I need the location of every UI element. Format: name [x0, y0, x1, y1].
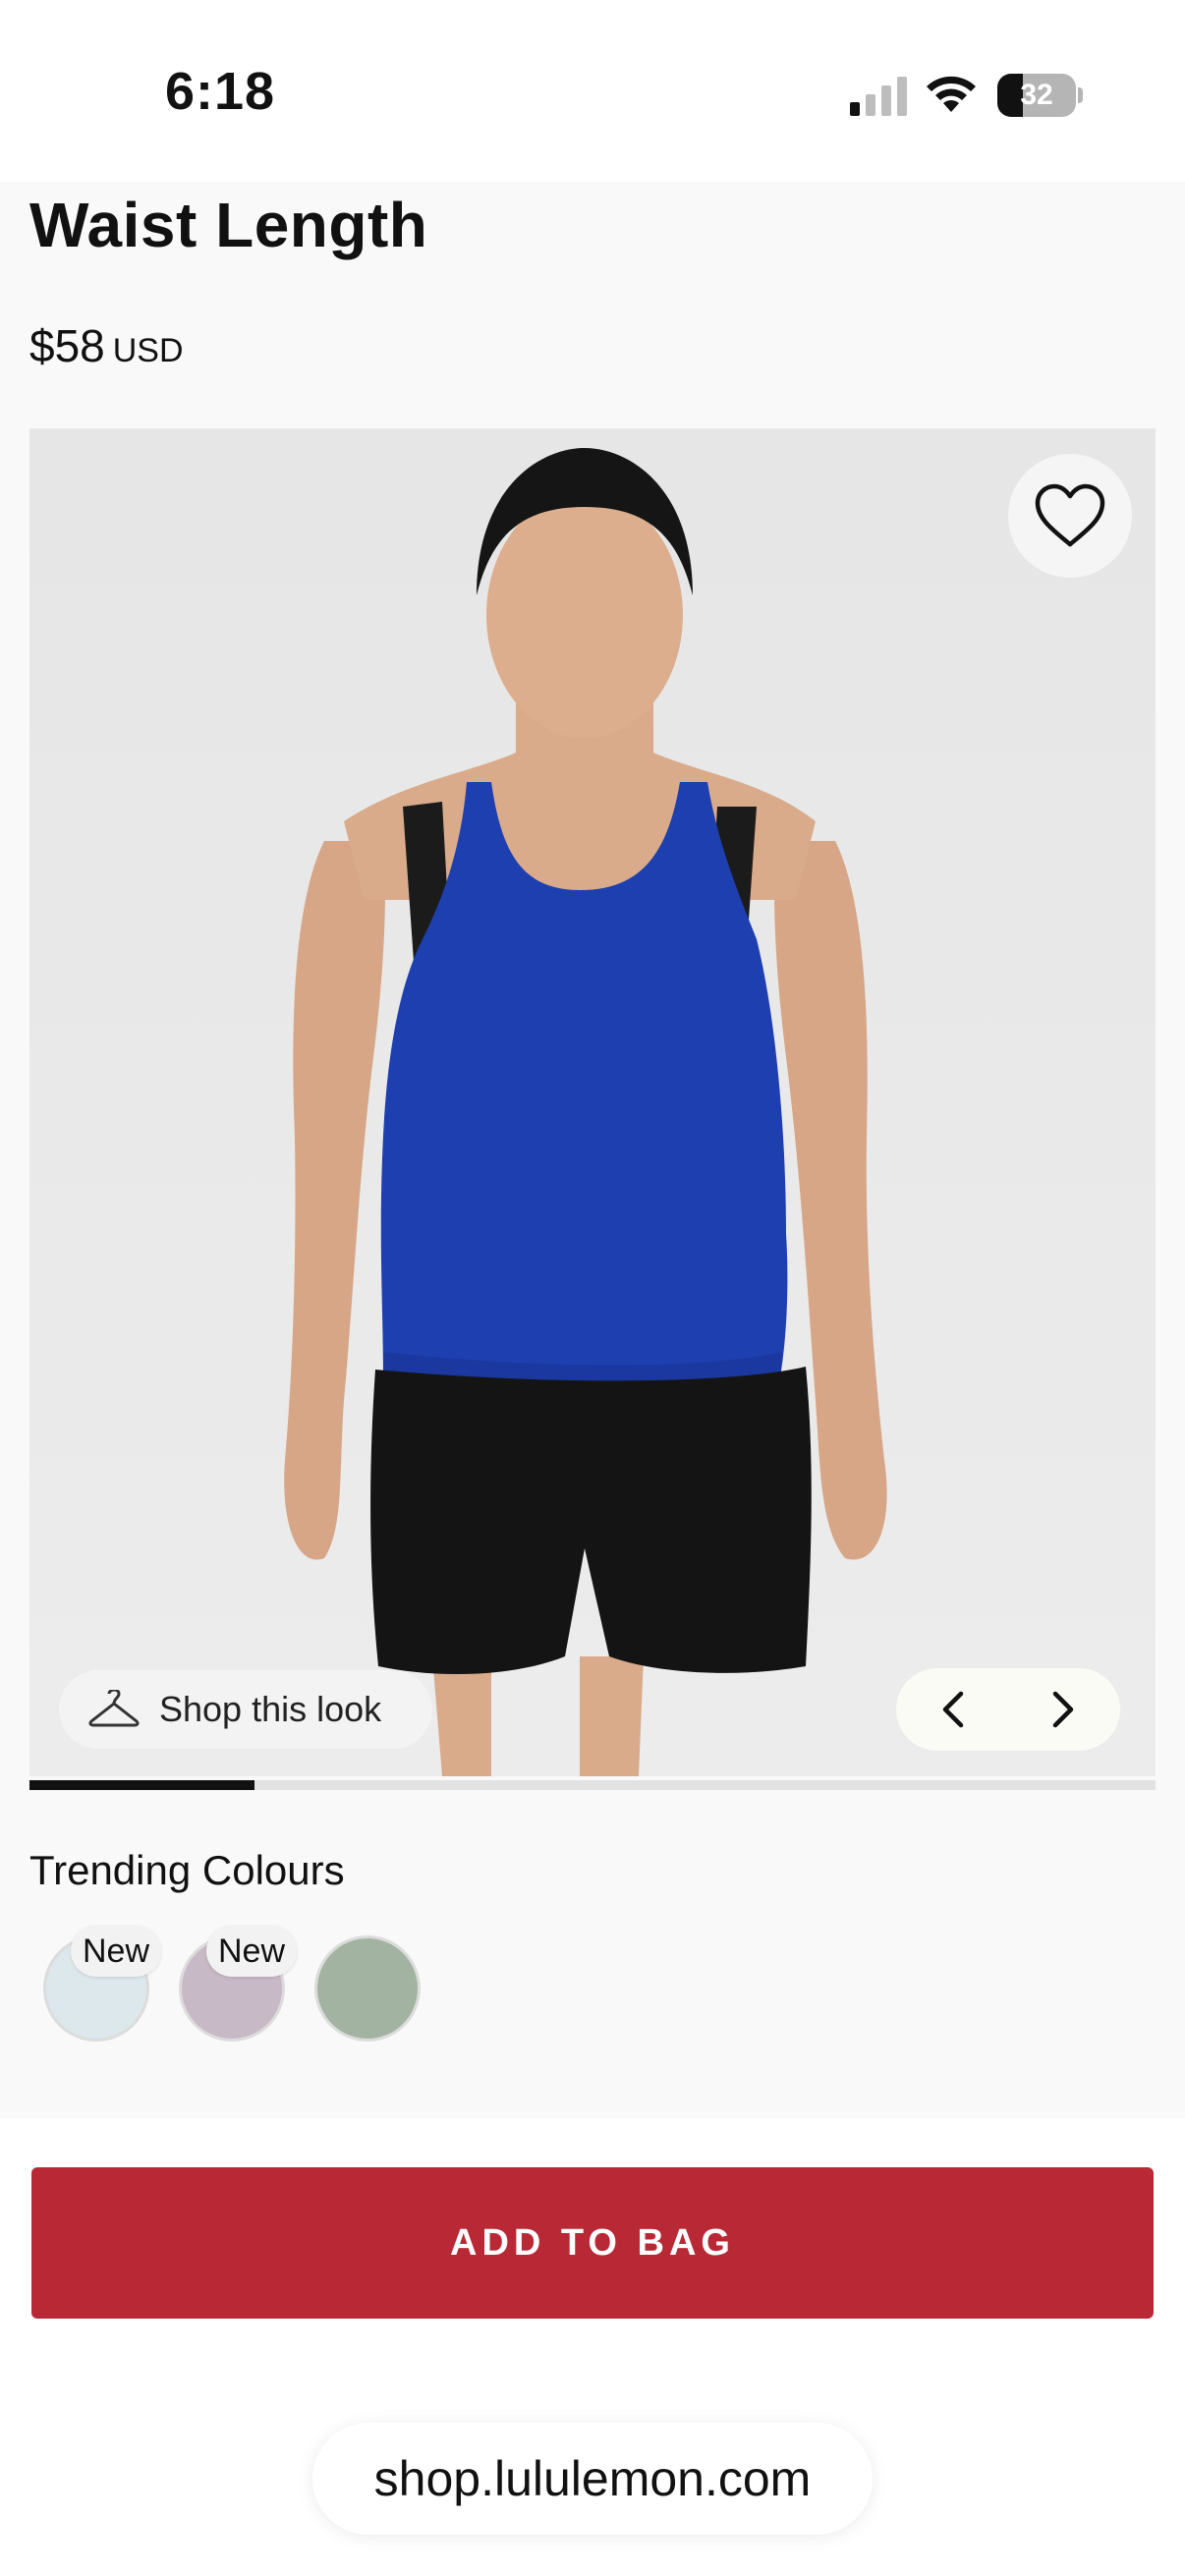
heart-icon [1035, 483, 1105, 547]
trending-colours-heading: Trending Colours [29, 1847, 345, 1893]
gallery-progress-fill [29, 1780, 255, 1790]
wishlist-button[interactable] [1008, 454, 1132, 578]
image-navigation [896, 1668, 1120, 1751]
battery-icon: 32 [997, 74, 1083, 117]
product-title: Waist Length [29, 190, 428, 260]
product-image-gallery[interactable]: Shop this look [29, 428, 1156, 1776]
price-amount: $58 [29, 320, 105, 371]
shop-this-look-button[interactable]: Shop this look [59, 1670, 432, 1749]
new-badge: New [206, 1926, 298, 1977]
cellular-signal-icon [850, 77, 907, 116]
browser-url-bar[interactable]: shop.lululemon.com [312, 2423, 873, 2535]
gallery-progress-bar [29, 1780, 1156, 1790]
shop-this-look-label: Shop this look [159, 1689, 382, 1729]
hanger-icon [88, 1690, 140, 1727]
status-time: 6:18 [165, 62, 276, 121]
colour-swatch[interactable] [314, 1935, 421, 2042]
wifi-icon [927, 76, 976, 112]
product-photo [29, 428, 1156, 1776]
product-price: $58 USD [29, 319, 184, 372]
chevron-left-icon[interactable] [933, 1688, 977, 1731]
chevron-right-icon[interactable] [1040, 1688, 1083, 1731]
new-badge: New [71, 1926, 162, 1977]
price-currency: USD [112, 332, 184, 369]
battery-percentage: 32 [1020, 79, 1053, 111]
add-to-bag-button[interactable]: ADD TO BAG [31, 2167, 1154, 2319]
status-bar: 6:18 32 [0, 0, 1185, 182]
